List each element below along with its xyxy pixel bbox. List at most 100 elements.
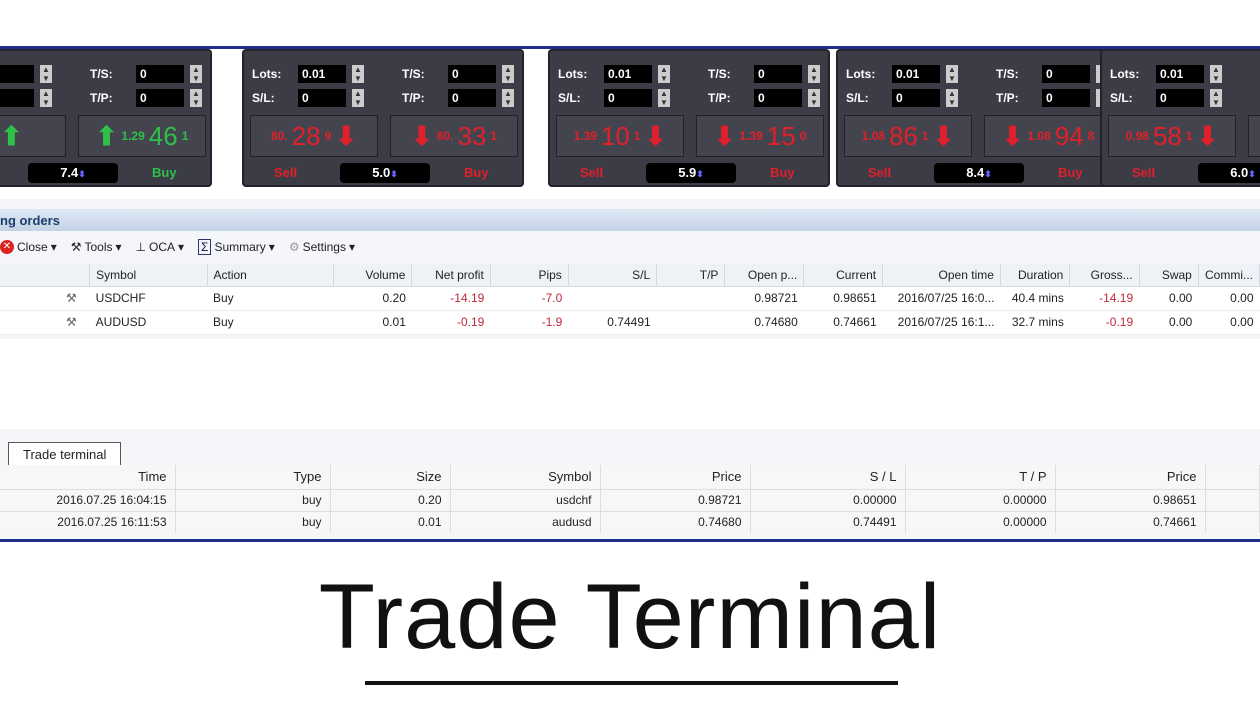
tp-spinner[interactable]: ▲▼ — [808, 89, 820, 107]
lots-input[interactable]: 0.01 — [892, 65, 940, 83]
lots-spinner[interactable]: ▲ ▼ — [658, 65, 670, 83]
tp-spinner[interactable]: ▲▼ — [502, 89, 514, 107]
column-header[interactable]: Commi... — [1198, 264, 1260, 287]
ts-input[interactable]: 0 — [448, 65, 496, 83]
table-row[interactable]: ⚒ USDCHF Buy 0.20 -14.19 -7.0 0.98721 0.98651 20… — [0, 286, 1260, 311]
ts-input[interactable]: 0 — [754, 65, 802, 83]
sl-input[interactable]: 0 — [892, 89, 940, 107]
table-cell: 2016/07/25 16:0... — [882, 286, 1001, 311]
lots-input[interactable]: 0.01 — [604, 65, 652, 83]
buy-button[interactable]: Buy — [770, 165, 795, 180]
sl-input[interactable]: 0 — [1156, 89, 1204, 107]
sell-price-button[interactable]: 0.98 58 1 ⬇ — [1108, 115, 1236, 157]
sell-price-prefix: 80. — [270, 129, 288, 143]
buy-price-fraction: 1 — [490, 129, 498, 143]
settings-button[interactable]: ⚙ Settings ▾ — [289, 240, 355, 254]
summary-button[interactable]: Σ Summary ▾ — [198, 239, 275, 255]
updown-icon: ⬍ — [78, 169, 86, 179]
column-header[interactable]: Volume — [333, 264, 413, 287]
column-header[interactable] — [0, 264, 91, 287]
table-cell: 0.20 — [333, 286, 412, 311]
buy-price-button[interactable]: ⬆ 1.29 46 1 — [78, 115, 206, 157]
column-header[interactable]: Price — [1055, 465, 1206, 489]
lots-input[interactable]: 0.01 — [1156, 65, 1204, 83]
table-row[interactable]: 2016.07.25 16:04:15 buy 0.20 usdchf 0.98721 0… — [0, 488, 1260, 511]
sell-price-button[interactable]: 7⬆ — [0, 115, 66, 157]
sell-button[interactable]: Sell — [274, 165, 297, 180]
buy-button[interactable]: Buy — [152, 165, 177, 180]
lots-input[interactable]: 1 — [0, 65, 34, 83]
row-tools-cell[interactable]: ⚒ — [0, 286, 90, 311]
column-header[interactable]: Action — [207, 264, 334, 287]
column-header[interactable]: Open p... — [724, 264, 805, 287]
column-header[interactable]: Open time — [882, 264, 1001, 287]
tp-input[interactable]: 0 — [1042, 89, 1090, 107]
column-header[interactable]: T / P — [905, 465, 1056, 489]
ts-spinner[interactable]: ▲▼ — [190, 65, 202, 83]
sell-price-button[interactable]: 1.39 10 1 ⬇ — [556, 115, 684, 157]
column-header[interactable]: Swap — [1139, 264, 1199, 287]
sell-price-button[interactable]: 1.08 86 1 ⬇ — [844, 115, 972, 157]
column-header[interactable]: Price — [600, 465, 751, 489]
buy-price-button[interactable]: ⬇ 1.39 15 0 — [696, 115, 824, 157]
sl-spinner[interactable]: ▲ ▼ — [658, 89, 670, 107]
ts-input[interactable]: 0 — [1042, 65, 1090, 83]
sl-input[interactable]: 0 — [298, 89, 346, 107]
sell-price-button[interactable]: 80. 28 9 ⬇ — [250, 115, 378, 157]
column-header[interactable]: Time — [0, 465, 176, 489]
sell-price-fraction: 1 — [1185, 129, 1193, 143]
row-tools-cell[interactable]: ⚒ — [0, 310, 90, 335]
sl-input[interactable] — [0, 89, 34, 107]
buy-price-prefix: 80. — [436, 129, 454, 143]
buy-button[interactable]: Buy — [464, 165, 489, 180]
column-header[interactable]: Symbol — [450, 465, 601, 489]
sl-spinner[interactable]: ▲ ▼ — [352, 89, 364, 107]
buy-price-button[interactable]: ⬇ 1.08 94 8 — [984, 115, 1112, 157]
table-cell: audusd — [450, 510, 601, 533]
sl-spinner[interactable]: ▲ ▼ — [40, 89, 52, 107]
column-header[interactable]: Gross... — [1069, 264, 1140, 287]
column-header[interactable]: S / L — [750, 465, 906, 489]
lots-spinner[interactable]: ▲ ▼ — [1210, 65, 1222, 83]
column-header[interactable]: T/P — [656, 264, 726, 287]
sl-input[interactable]: 0 — [604, 89, 652, 107]
close-button[interactable]: ✕ Close ▾ — [0, 240, 57, 254]
arrow-up-icon: ⬆ — [0, 120, 23, 151]
ts-spinner[interactable]: ▲▼ — [808, 65, 820, 83]
oca-button[interactable]: ⊥ OCA ▾ — [136, 240, 185, 254]
tools-button[interactable]: ⚒ Tools ▾ — [71, 240, 122, 254]
tp-label: T/P: — [402, 91, 425, 105]
table-row[interactable]: ⚒ AUDUSD Buy 0.01 -0.19 -1.9 0.74491 0.74680 0.7… — [0, 310, 1260, 335]
tab-trade-terminal[interactable]: Trade terminal — [8, 442, 122, 466]
column-header[interactable]: S/L — [568, 264, 658, 287]
column-header[interactable]: Size — [330, 465, 451, 489]
sell-button[interactable]: Sell — [1132, 165, 1155, 180]
tp-input[interactable]: 0 — [448, 89, 496, 107]
column-header[interactable]: Duration — [1000, 264, 1071, 287]
sl-spinner[interactable]: ▲ ▼ — [1210, 89, 1222, 107]
sell-button[interactable]: Sell — [868, 165, 891, 180]
table-row[interactable]: 2016.07.25 16:11:53 buy 0.01 audusd 0.74680 0… — [0, 510, 1260, 533]
lots-spinner[interactable]: ▲ ▼ — [946, 65, 958, 83]
sl-spinner[interactable]: ▲ ▼ — [946, 89, 958, 107]
column-header[interactable]: Symbol — [89, 264, 208, 287]
buy-price-button[interactable]: ⬇ 80. 33 1 — [390, 115, 518, 157]
spread-display: 7.4⬍ — [28, 163, 118, 183]
column-header[interactable]: Current — [803, 264, 884, 287]
buy-price-button[interactable]: ⬇ — [1248, 115, 1260, 157]
ts-spinner[interactable]: ▲▼ — [502, 65, 514, 83]
lots-input[interactable]: 0.01 — [298, 65, 346, 83]
tp-spinner[interactable]: ▲▼ — [190, 89, 202, 107]
lots-label: Lots: — [1110, 67, 1140, 81]
column-header[interactable]: Net profit — [411, 264, 491, 287]
buy-button[interactable]: Buy — [1058, 165, 1083, 180]
tp-input[interactable]: 0 — [754, 89, 802, 107]
column-header[interactable]: Pips — [490, 264, 569, 287]
column-header[interactable]: Type — [175, 465, 331, 489]
sell-button[interactable]: Sell — [580, 165, 603, 180]
ts-input[interactable]: 0 — [136, 65, 184, 83]
table-cell: 0.98651 — [803, 286, 883, 311]
tp-input[interactable]: 0 — [136, 89, 184, 107]
lots-spinner[interactable]: ▲ ▼ — [352, 65, 364, 83]
lots-spinner[interactable]: ▲ ▼ — [40, 65, 52, 83]
